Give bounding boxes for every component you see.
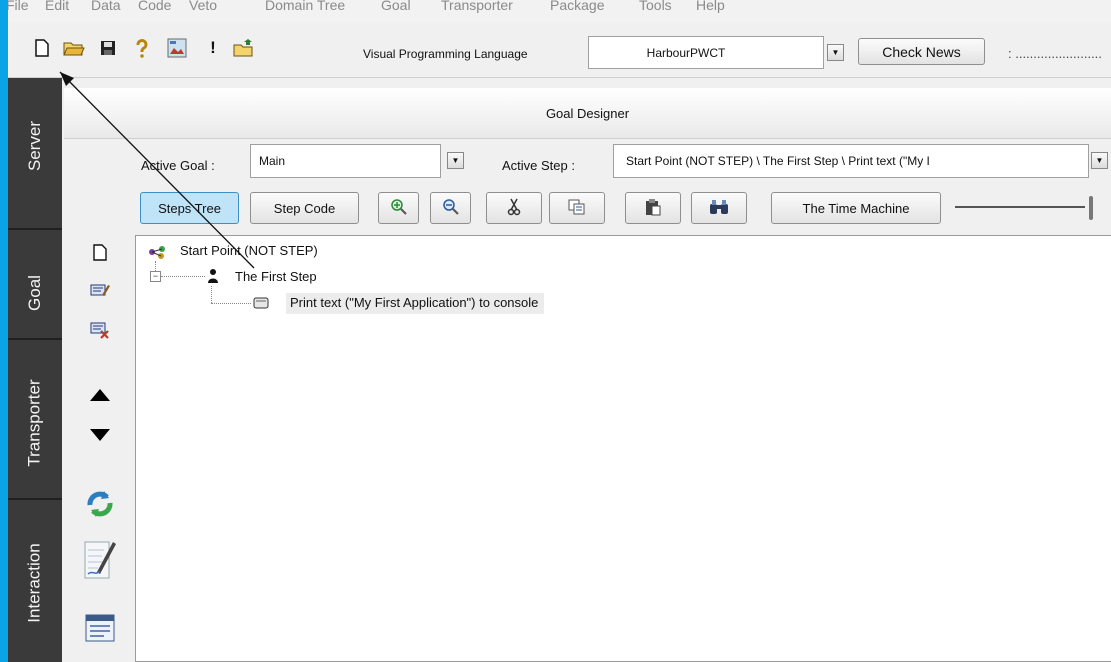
app-window: File Edit Data Code Veto Domain Tree Goa…	[8, 0, 1111, 662]
annotation-arrow	[59, 71, 255, 269]
